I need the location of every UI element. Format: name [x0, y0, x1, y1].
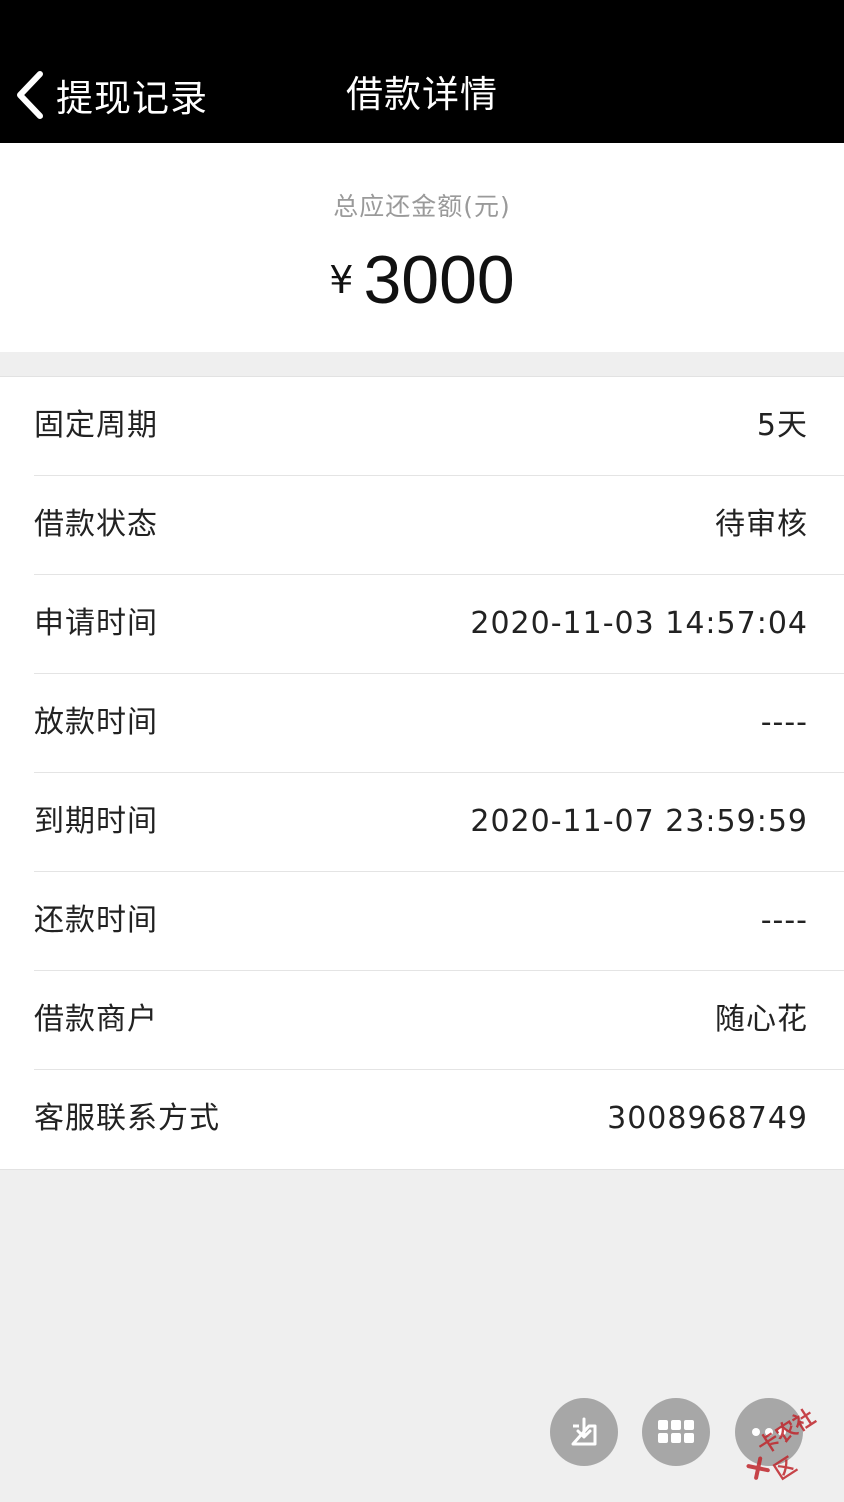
row-label: 申请时间 [34, 606, 158, 641]
row-value: 随心花 [715, 1002, 808, 1037]
download-icon [568, 1416, 600, 1448]
detail-row-status: 借款状态 待审核 [0, 476, 844, 575]
detail-list: 固定周期 5天 借款状态 待审核 申请时间 2020-11-03 14:57:0… [0, 376, 844, 1170]
page-title: 借款详情 [346, 73, 498, 116]
detail-row-apply-time: 申请时间 2020-11-03 14:57:04 [0, 575, 844, 674]
row-value: ---- [760, 903, 808, 938]
row-value: 2020-11-03 14:57:04 [470, 606, 808, 641]
amount-label: 总应还金额(元) [333, 192, 511, 221]
detail-row-customer-service: 客服联系方式 3008968749 [0, 1070, 844, 1169]
detail-row-period: 固定周期 5天 [0, 377, 844, 476]
row-label: 借款状态 [34, 507, 158, 542]
row-label: 借款商户 [34, 1002, 158, 1037]
download-button[interactable] [550, 1398, 618, 1466]
detail-row-due-time: 到期时间 2020-11-07 23:59:59 [0, 773, 844, 872]
amount-display: ¥3000 [0, 241, 844, 319]
row-value: 待审核 [715, 507, 808, 542]
row-label: 固定周期 [34, 408, 158, 443]
amount-value: 3000 [363, 242, 515, 318]
row-value: 2020-11-07 23:59:59 [470, 804, 808, 839]
row-value: ---- [760, 705, 808, 740]
detail-row-merchant: 借款商户 随心花 [0, 971, 844, 1070]
row-label: 客服联系方式 [34, 1101, 220, 1136]
grid-icon [657, 1418, 695, 1446]
row-value: 5天 [756, 408, 808, 443]
amount-card: 总应还金额(元) ¥3000 [0, 143, 844, 352]
row-value: 3008968749 [607, 1101, 808, 1136]
detail-row-disburse-time: 放款时间 ---- [0, 674, 844, 773]
grid-button[interactable] [642, 1398, 710, 1466]
detail-row-repay-time: 还款时间 ---- [0, 872, 844, 971]
currency-symbol: ¥ [329, 258, 354, 302]
row-label: 到期时间 [34, 804, 158, 839]
row-label: 还款时间 [34, 903, 158, 938]
top-bar: 提现记录 借款详情 [0, 0, 844, 143]
row-label: 放款时间 [34, 705, 158, 740]
